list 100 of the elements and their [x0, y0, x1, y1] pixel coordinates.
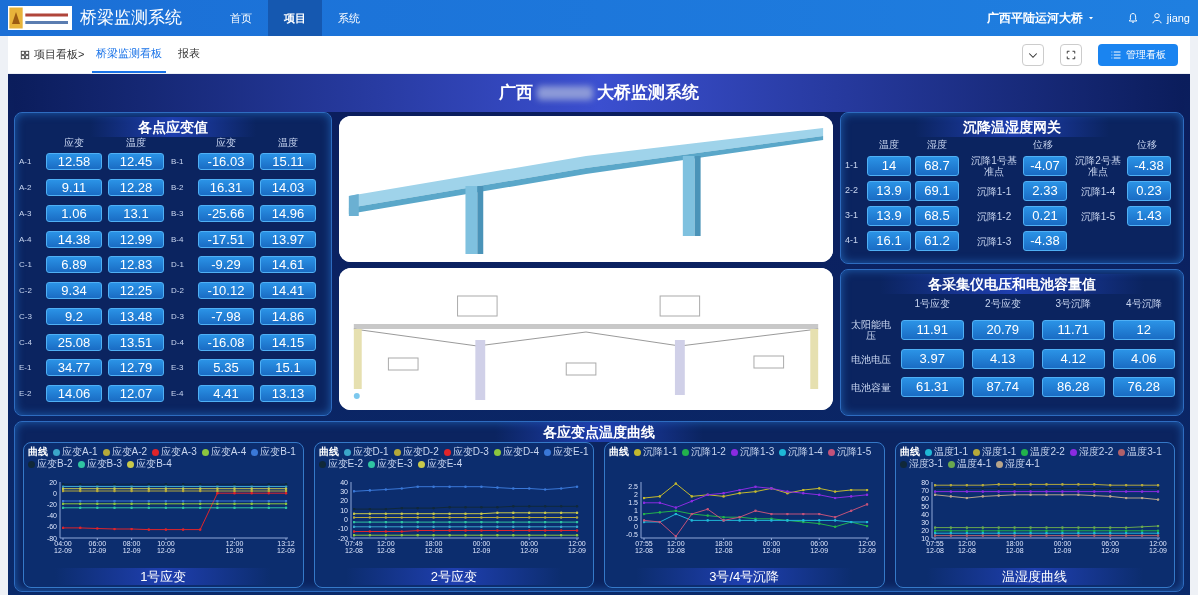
row-label: D-3 [171, 310, 185, 323]
value-cell: 0.21 [1023, 206, 1067, 226]
value-cell: 11.91 [901, 320, 964, 340]
row-label: 3-1 [845, 209, 859, 223]
legend-label: 应变E-3 [377, 458, 413, 470]
row-label: D-4 [171, 336, 185, 349]
value-cell: -4.38 [1023, 231, 1067, 251]
legend-label: 湿度4-1 [1005, 458, 1040, 470]
column-header: 温度 [125, 137, 147, 149]
row-label: A-1 [19, 155, 33, 168]
value-cell: 12.83 [108, 256, 164, 273]
legend-label: 应变E-2 [327, 458, 364, 470]
value-cell: 1.43 [1127, 206, 1171, 226]
legend-title: 曲线 [899, 446, 920, 458]
value-cell: 12.45 [108, 153, 164, 170]
row-label: E-4 [171, 387, 185, 400]
legend-label: 温度2-2 [1030, 446, 1065, 458]
value-cell: -25.66 [198, 205, 254, 222]
panel-title: 各点应变值 [90, 117, 256, 137]
column-header: 温度 [277, 137, 299, 149]
value-cell: 4.12 [1042, 349, 1105, 369]
column-header: 3号沉降 [1054, 297, 1093, 311]
legend-label: 温度3-1 [1127, 446, 1162, 458]
value-cell: -9.29 [198, 256, 254, 273]
value-cell: 14.86 [260, 308, 316, 325]
legend-label: 应变A-1 [62, 446, 98, 458]
value-cell: 16.1 [867, 231, 911, 251]
legend-label: 应变D-1 [352, 446, 389, 458]
row-label: A-3 [19, 207, 33, 220]
value-cell: 76.28 [1112, 377, 1175, 397]
manage-board-button[interactable]: 管理看板 [1098, 43, 1178, 66]
value-cell: 1.06 [46, 205, 102, 222]
value-cell: 12 [1112, 320, 1175, 340]
row-label: E-2 [19, 387, 33, 400]
row-label: 沉降1号基准点 [970, 155, 1018, 177]
row-label: E-3 [171, 361, 185, 374]
value-cell: -16.03 [198, 153, 254, 170]
column-header: 应变 [63, 137, 85, 149]
value-cell: 13.9 [867, 206, 911, 226]
tab[interactable]: 报表 [174, 36, 205, 73]
value-cell: 12.28 [108, 179, 164, 196]
row-label: A-2 [19, 181, 33, 194]
row-label: E-1 [19, 361, 33, 374]
value-cell: 12.79 [108, 359, 164, 376]
legend-label: 湿度2-2 [1078, 446, 1114, 458]
project-dropdown[interactable]: 广西平陆运河大桥 [986, 9, 1095, 27]
value-cell: 13.13 [260, 385, 316, 402]
legend-label: 应变B-4 [136, 458, 172, 470]
value-cell: 13.48 [108, 308, 164, 325]
legend-label: 沉降1-1 [643, 446, 678, 458]
value-cell: 15.11 [260, 153, 316, 170]
legend-label: 应变B-2 [37, 458, 73, 470]
row-label: B-3 [171, 207, 185, 220]
value-cell: 4.06 [1112, 349, 1175, 369]
row-label: 太阳能电压 [850, 319, 892, 341]
value-cell: 15.1 [260, 359, 316, 376]
value-cell: 69.1 [915, 181, 959, 201]
value-cell: 11.71 [1042, 320, 1105, 340]
row-label: 沉降2号基准点 [1074, 155, 1122, 177]
value-cell: 13.1 [108, 205, 164, 222]
row-label: B-2 [171, 181, 185, 194]
row-label: 1-1 [845, 159, 859, 173]
value-cell: -16.08 [198, 334, 254, 351]
value-cell: 3.97 [901, 349, 964, 369]
value-cell: 12.07 [108, 385, 164, 402]
column-header: 位移 [1136, 139, 1158, 151]
row-label: C-1 [19, 258, 33, 271]
value-cell: 14.96 [260, 205, 316, 222]
user-menu[interactable]: jiang [1150, 9, 1190, 27]
nav-menu-item[interactable]: 项目 [268, 0, 322, 36]
legend-label: 沉降1-2 [691, 446, 726, 458]
value-cell: 61.31 [901, 377, 964, 397]
row-label: 电池电压 [850, 353, 892, 365]
row-label: 沉降1-1 [975, 185, 1013, 197]
legend-label: 沉降1-3 [739, 446, 775, 458]
legend-label: 沉降1-5 [836, 446, 872, 458]
nav-menu-item[interactable]: 系统 [322, 0, 376, 36]
nav-menu-item[interactable]: 首页 [214, 0, 268, 36]
legend-label: 沉降1-4 [788, 446, 823, 458]
value-cell: 86.28 [1042, 377, 1105, 397]
value-cell: 12.99 [108, 231, 164, 248]
legend-label: 应变A-2 [111, 446, 148, 458]
value-cell: 4.13 [971, 349, 1034, 369]
row-label: C-4 [19, 336, 33, 349]
legend-label: 应变A-3 [161, 446, 197, 458]
row-label: C-3 [19, 310, 33, 323]
breadcrumb-label: 项目看板> [34, 47, 85, 63]
row-label: 沉降1-4 [1079, 185, 1117, 197]
value-cell: 12.25 [108, 282, 164, 299]
row-label: 4-1 [845, 234, 859, 248]
legend-label: 应变A-4 [210, 446, 247, 458]
value-cell: 68.7 [915, 156, 959, 176]
value-cell: -10.12 [198, 282, 254, 299]
value-cell: 16.31 [198, 179, 254, 196]
legend-label: 应变E-4 [426, 458, 463, 470]
value-cell: -17.51 [198, 231, 254, 248]
legend-label: 应变E-1 [553, 446, 589, 458]
value-cell: 9.34 [46, 282, 102, 299]
row-label: B-4 [171, 233, 185, 246]
value-cell: 14.06 [46, 385, 102, 402]
